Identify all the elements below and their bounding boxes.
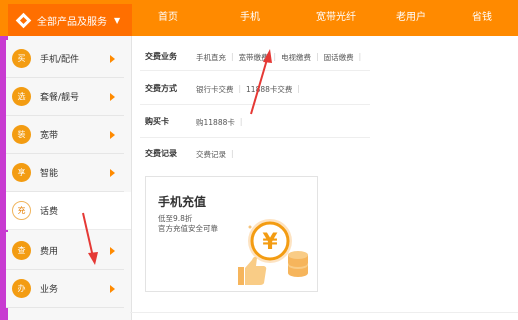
nav-link-save-money[interactable]: 省钱 xyxy=(472,0,492,36)
coin-thumbs-up-icon: ¥ xyxy=(238,219,308,285)
all-products-label: 全部产品及服务 xyxy=(37,16,107,28)
sidebar-item-services[interactable]: 办 业务 xyxy=(6,270,124,308)
enjoy-icon: 享 xyxy=(12,163,31,182)
nav-link-home[interactable]: 首页 xyxy=(158,0,178,36)
link-11888-card-payment[interactable]: 11888卡交费 xyxy=(246,84,292,95)
sidebar-item-label: 套餐/靓号 xyxy=(40,93,80,103)
arrow-right-icon xyxy=(110,92,115,101)
query-icon: 查 xyxy=(12,241,31,260)
sidebar-item-phones[interactable]: 买 手机/配件 xyxy=(6,40,124,78)
arrow-right-icon xyxy=(110,168,115,177)
sidebar-item-plans[interactable]: 选 套餐/靓号 xyxy=(6,78,124,116)
sidebar-item-label: 宽带 xyxy=(40,131,59,141)
link-tv-payment[interactable]: 电视缴费 xyxy=(281,52,311,63)
divider xyxy=(140,137,370,138)
buy-icon: 买 xyxy=(12,49,31,68)
divider xyxy=(140,104,370,105)
all-products-menu[interactable]: 全部产品及服务 ▼ xyxy=(8,4,132,36)
divider xyxy=(130,312,518,313)
payment-methods-links: 银行卡交费 | 11888卡交费 | xyxy=(196,84,300,95)
divider xyxy=(140,70,370,71)
payment-services-links: 手机直充 | 宽带缴费 | 电视缴费 | 固话缴费 | xyxy=(196,52,362,63)
link-landline-payment[interactable]: 固话缴费 xyxy=(324,52,354,63)
sidebar-item-broadband[interactable]: 装 宽带 xyxy=(6,116,124,154)
row-label-payment-records: 交费记录 xyxy=(145,149,177,158)
arrow-right-icon xyxy=(110,130,115,139)
nav-link-broadband[interactable]: 宽带光纤 xyxy=(316,0,356,36)
sidebar-item-fees[interactable]: 查 费用 xyxy=(6,232,124,270)
sidebar-item-label: 智能 xyxy=(40,169,59,179)
nav-link-existing-users[interactable]: 老用户 xyxy=(396,0,426,36)
link-buy-11888-card[interactable]: 购11888卡 xyxy=(196,117,235,128)
sidebar-item-label: 业务 xyxy=(40,285,59,295)
sidebar-item-smart[interactable]: 享 智能 xyxy=(6,154,124,192)
link-broadband-payment[interactable]: 宽带缴费 xyxy=(239,52,269,63)
top-nav-bar: 全部产品及服务 ▼ 首页 手机 宽带光纤 老用户 省钱 xyxy=(0,0,518,36)
row-label-payment-services: 交费业务 xyxy=(145,52,177,61)
row-label-payment-methods: 交费方式 xyxy=(145,84,177,93)
svg-text:¥: ¥ xyxy=(262,230,278,255)
install-icon: 装 xyxy=(12,125,31,144)
payment-records-links: 交费记录 | xyxy=(196,149,234,160)
sidebar-item-label: 话费 xyxy=(40,207,59,217)
nav-link-phone[interactable]: 手机 xyxy=(240,0,260,36)
link-payment-records[interactable]: 交费记录 xyxy=(196,149,226,160)
row-label-buy-card: 购买卡 xyxy=(145,117,169,126)
sidebar-item-label: 费用 xyxy=(40,247,59,257)
promo-safety-text: 官方充值安全可靠 xyxy=(158,224,218,233)
sidebar-item-phone-bill[interactable]: 充 话费 xyxy=(6,192,131,230)
link-bank-card-payment[interactable]: 银行卡交费 xyxy=(196,84,234,95)
arrow-right-icon xyxy=(110,246,115,255)
sidebar-item-label: 手机/配件 xyxy=(40,55,80,65)
promo-title: 手机充值 xyxy=(158,195,207,209)
handle-icon: 办 xyxy=(12,279,31,298)
diamond-logo-icon xyxy=(15,12,32,28)
buy-card-links: 购11888卡 | xyxy=(196,117,243,128)
link-mobile-recharge[interactable]: 手机直充 xyxy=(196,52,226,63)
caret-down-icon: ▼ xyxy=(114,15,121,25)
arrow-right-icon xyxy=(110,54,115,63)
mobile-recharge-promo-card[interactable]: 手机充值 低至9.8折 官方充值安全可靠 ¥ xyxy=(145,176,318,292)
select-icon: 选 xyxy=(12,87,31,106)
recharge-icon: 充 xyxy=(12,201,31,220)
arrow-right-icon xyxy=(110,284,115,293)
